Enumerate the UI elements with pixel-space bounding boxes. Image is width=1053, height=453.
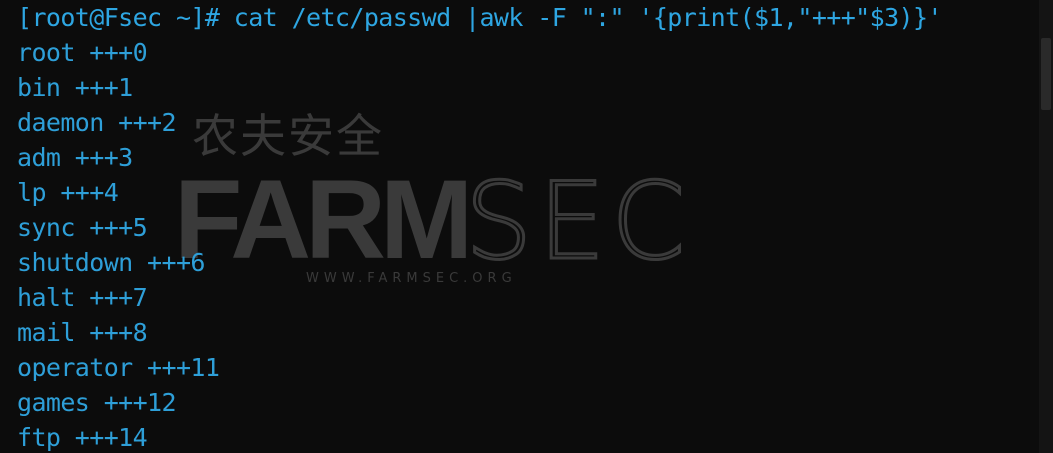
output-line: sync +++5	[17, 213, 148, 242]
command-prompt-line: [root@Fsec ~]# cat /etc/passwd |awk -F "…	[17, 3, 942, 32]
terminal-window[interactable]: 农夫安全 FARM SEC WWW.FARMSEC.ORG [root@Fsec…	[0, 0, 1053, 453]
output-line: bin +++1	[17, 73, 133, 102]
output-line: root +++0	[17, 38, 148, 67]
terminal-output[interactable]: [root@Fsec ~]# cat /etc/passwd |awk -F "…	[17, 0, 1037, 453]
output-line: games +++12	[17, 388, 177, 417]
output-line: adm +++3	[17, 143, 133, 172]
output-line: shutdown +++6	[17, 248, 205, 277]
output-line: operator +++11	[17, 353, 220, 382]
output-line: lp +++4	[17, 178, 119, 207]
output-line: mail +++8	[17, 318, 148, 347]
vertical-scrollbar[interactable]	[1039, 0, 1053, 453]
output-line: halt +++7	[17, 283, 148, 312]
output-line: ftp +++14	[17, 423, 148, 452]
output-line: daemon +++2	[17, 108, 177, 137]
scrollbar-thumb[interactable]	[1041, 38, 1051, 110]
